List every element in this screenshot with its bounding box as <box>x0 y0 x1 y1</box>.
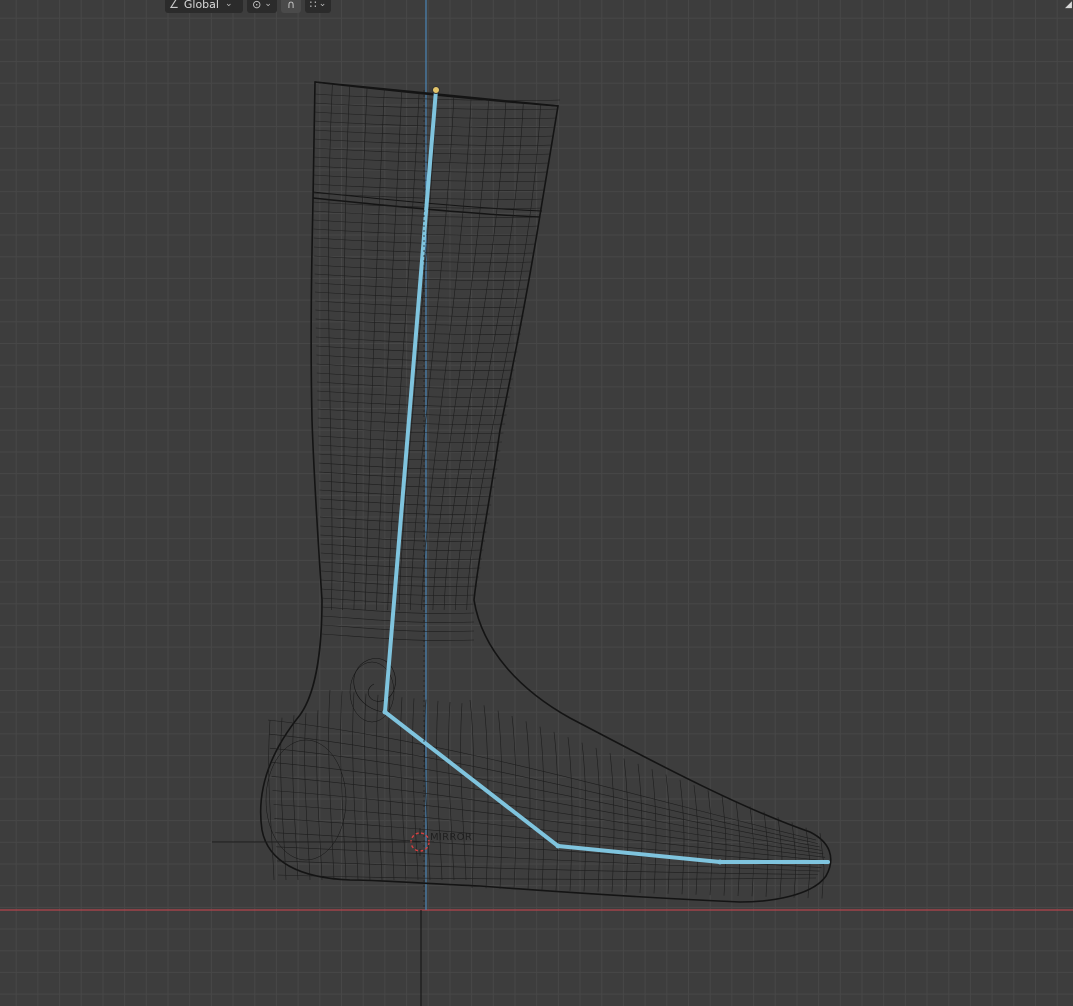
transform-orientation-icon: ∠ <box>169 0 179 11</box>
viewport-corner-icon[interactable]: ◢ <box>1065 0 1073 10</box>
wire-edge <box>321 597 475 605</box>
chevron-down-icon: ⌄ <box>318 0 327 9</box>
wire-edge <box>443 100 507 611</box>
wire-edge <box>316 710 323 881</box>
wire-edge <box>317 417 506 425</box>
wire-edge <box>316 372 513 380</box>
wire-edge <box>268 719 275 881</box>
wire-edge <box>637 763 643 894</box>
leg-bone <box>383 88 438 714</box>
pivot-point-dropdown[interactable]: ⊙ ⌄ <box>247 0 277 13</box>
wire-edge <box>321 624 475 632</box>
wire-edge <box>665 774 671 894</box>
pivot-point-icon: ⊙ <box>252 0 262 11</box>
wire-edge <box>749 806 755 897</box>
wire-edge <box>679 779 685 895</box>
wire-edge <box>317 390 510 398</box>
bone-joint-ball <box>555 843 561 849</box>
wire-edge <box>777 816 783 898</box>
scene-canvas[interactable] <box>0 0 1073 1006</box>
wire-edge <box>483 705 489 889</box>
wire-edge <box>539 726 545 891</box>
wire-edge <box>321 606 475 614</box>
3d-viewport[interactable]: MIRROR ∠ Global ⌄ ⊙ ⌄ ∩ ∷ ⌄ ◢ <box>0 0 1073 1006</box>
wire-edge <box>268 733 818 844</box>
armature <box>382 86 830 865</box>
wire-edge <box>553 731 559 891</box>
wire-edge <box>511 715 517 890</box>
wire-edge <box>317 408 507 416</box>
wire-edge <box>304 712 311 881</box>
wire-edge <box>525 721 531 890</box>
transform-orientation-dropdown[interactable]: ∠ Global ⌄ <box>165 0 243 13</box>
wire-edge <box>693 785 699 895</box>
object-name-label: MIRROR <box>430 832 473 843</box>
snap-target-dropdown[interactable]: ∷ ⌄ <box>305 0 331 13</box>
wire-edge <box>469 699 475 889</box>
wire-edge <box>436 700 443 881</box>
wire-edge <box>651 769 657 894</box>
wire-edge <box>321 588 476 596</box>
wire-edge <box>623 758 629 893</box>
wire-edge <box>321 615 475 623</box>
sock-mesh <box>259 81 832 903</box>
wire-edge <box>721 795 727 896</box>
bone-joint-ankle <box>382 709 388 715</box>
wire-edge <box>320 561 481 569</box>
snap-grid-icon: ∷ <box>309 0 317 11</box>
wire-edge <box>328 689 335 881</box>
chevron-down-icon: ⌄ <box>224 0 233 9</box>
wire-edge <box>321 633 475 641</box>
wire-edge <box>321 570 479 578</box>
wire-edge <box>317 399 509 407</box>
wire-edge <box>460 703 467 881</box>
snap-toggle-button[interactable]: ∩ <box>281 0 301 13</box>
wire-edge <box>466 104 541 611</box>
wire-edge <box>432 99 489 611</box>
wire-edge <box>819 832 825 899</box>
wire-edge <box>316 363 515 371</box>
wire-edge <box>735 801 741 897</box>
viewport-header: ∠ Global ⌄ ⊙ ⌄ ∩ ∷ ⌄ <box>165 0 331 14</box>
chevron-down-icon: ⌄ <box>264 0 272 9</box>
wire-edge <box>412 698 419 881</box>
wire-edge <box>340 691 347 881</box>
bone-joint-toe <box>717 859 723 865</box>
wire-edge <box>277 874 817 880</box>
wire-edge <box>267 719 817 841</box>
wireframe-grid <box>267 83 826 899</box>
wire-edge <box>448 701 455 881</box>
transform-orientation-label: Global <box>183 0 219 11</box>
wire-edge <box>595 747 601 892</box>
wire-edge <box>273 804 826 861</box>
bone-joint-head <box>432 86 440 94</box>
wire-edge <box>316 381 512 389</box>
wire-edge <box>292 715 299 881</box>
snap-magnet-icon: ∩ <box>286 0 296 11</box>
wire-edge <box>321 579 478 587</box>
wire-edge <box>352 692 359 881</box>
